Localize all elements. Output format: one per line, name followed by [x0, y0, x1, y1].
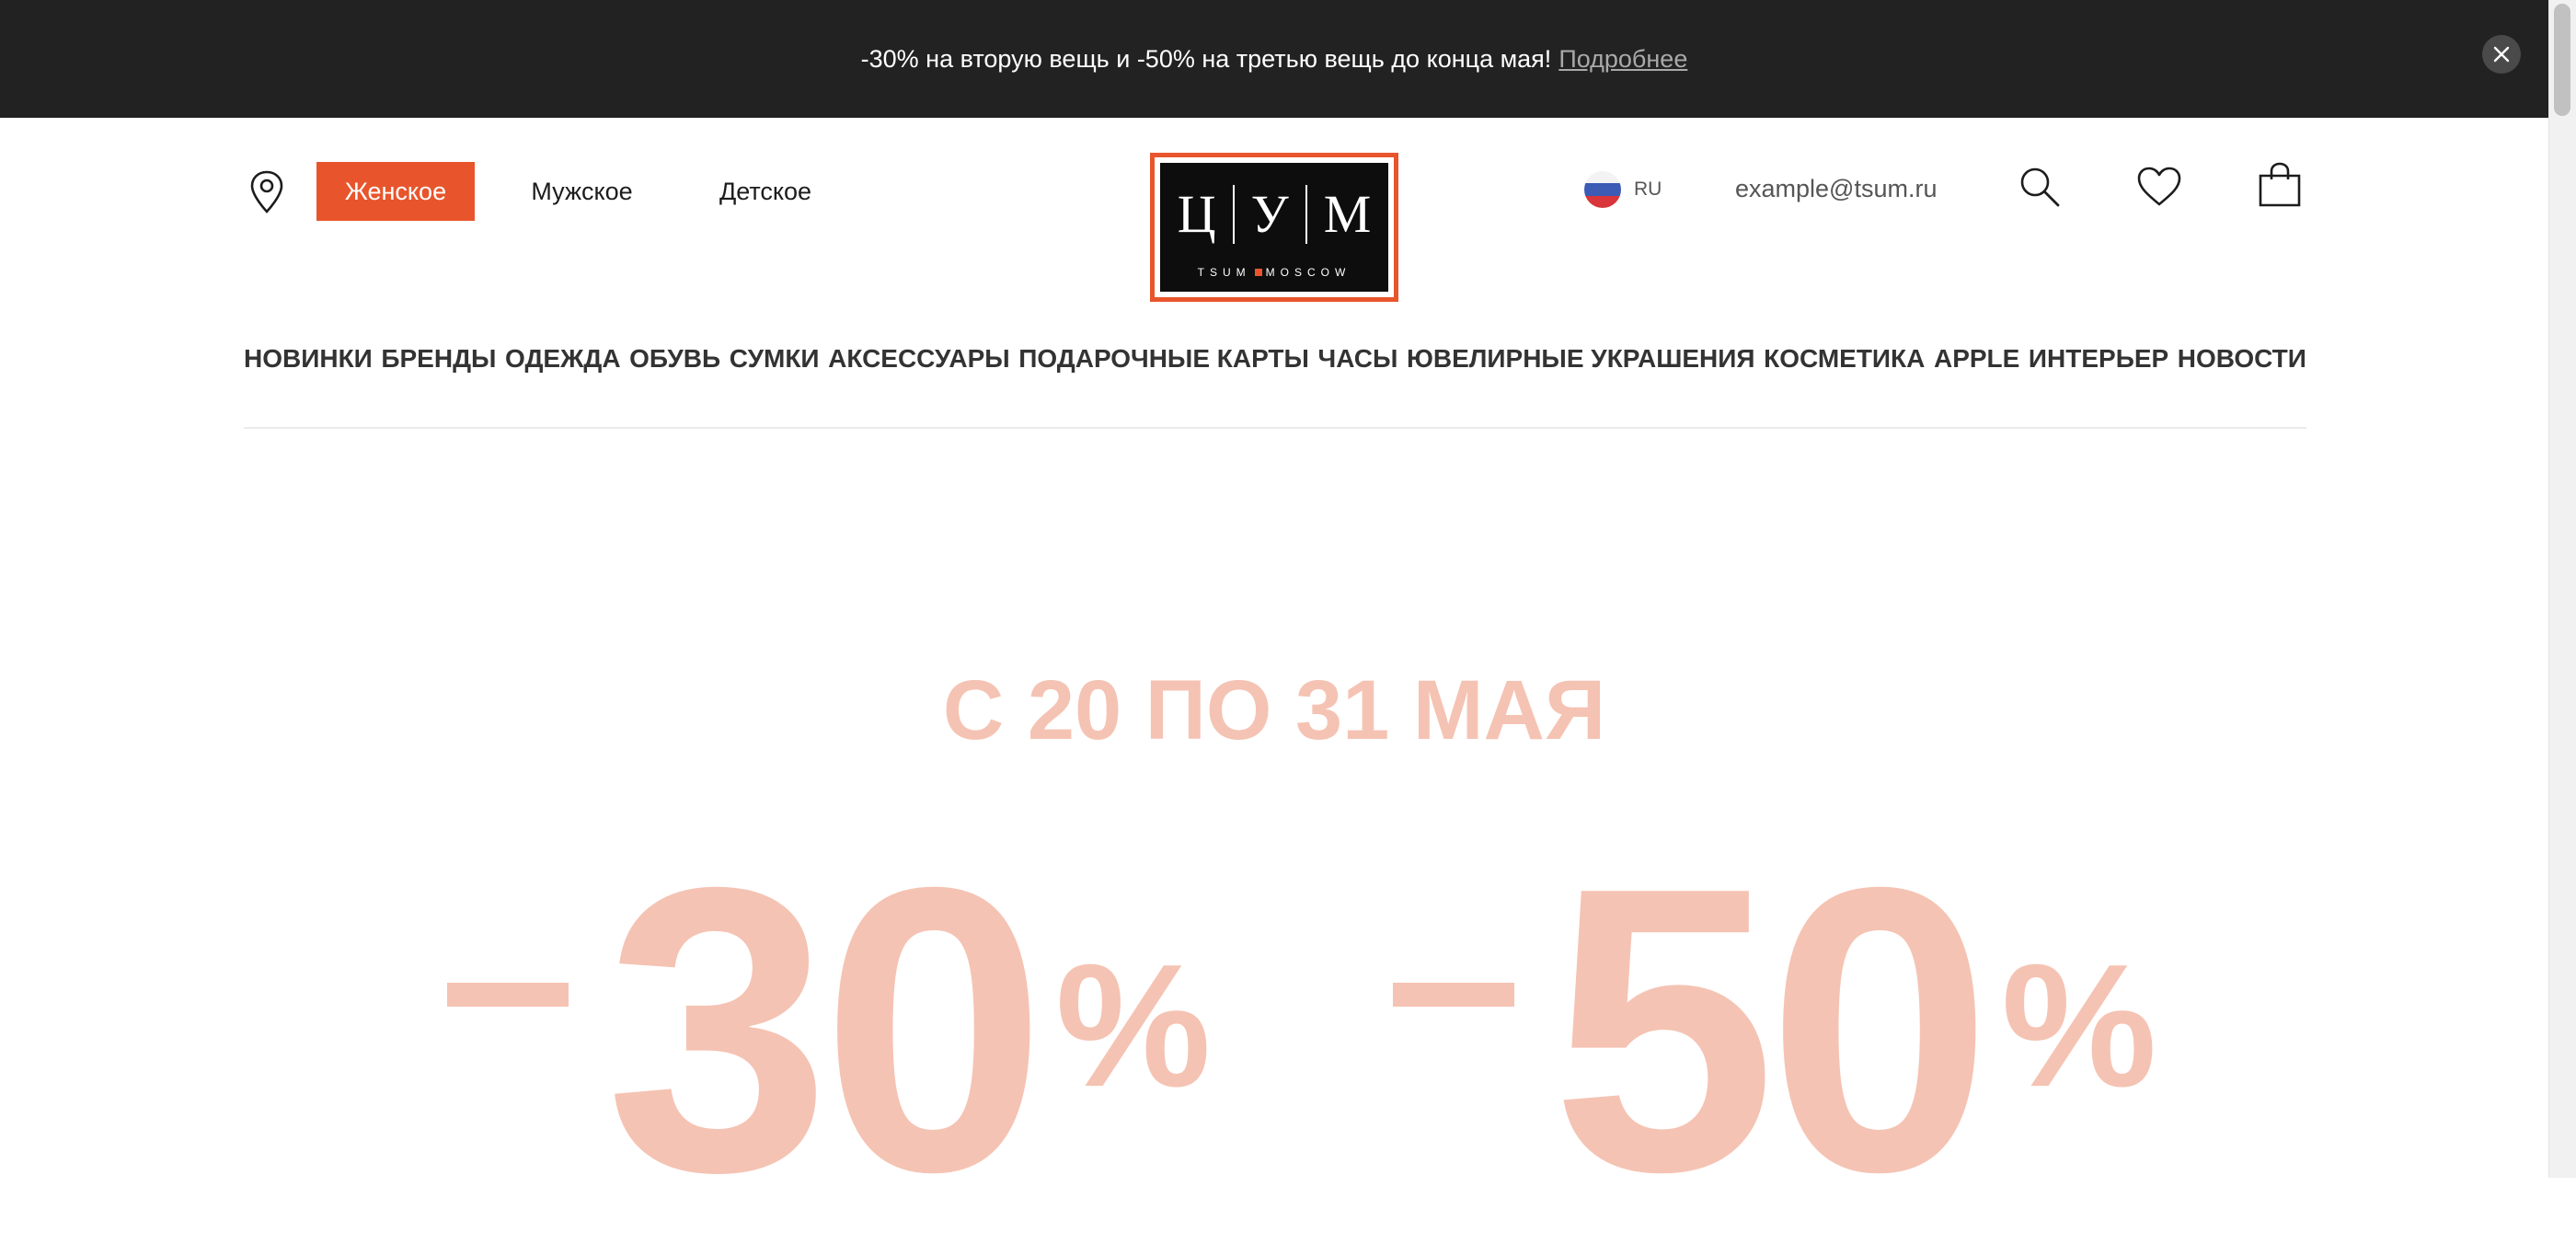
hero-discount-50: 50 %: [1393, 828, 2157, 1233]
nav-item-accessories[interactable]: АКСЕССУАРЫ: [828, 344, 1010, 374]
tab-women[interactable]: Женское: [316, 162, 475, 221]
logo-subtitle: TSUM MOSCOW: [1197, 266, 1351, 279]
nav-item-shoes[interactable]: ОБУВЬ: [629, 344, 720, 374]
promo-banner: -30% на вторую вещь и -50% на третью вещ…: [0, 0, 2548, 118]
account-email[interactable]: example@tsum.ru: [1735, 175, 1937, 203]
shopping-bag-icon[interactable]: [2258, 162, 2302, 208]
hero-discount-30: 30 %: [447, 828, 1212, 1233]
logo-letters: Ц У М: [1177, 184, 1372, 244]
minus-sign: [1393, 983, 1514, 1007]
promo-close-button[interactable]: [2482, 35, 2521, 74]
tsum-logo[interactable]: Ц У М TSUM MOSCOW: [1150, 153, 1398, 302]
language-selector[interactable]: RU: [1584, 171, 1662, 208]
percent-sign: %: [1055, 928, 1212, 1123]
discount-value: 30: [605, 804, 1046, 1256]
promo-more-link[interactable]: Подробнее: [1558, 45, 1687, 74]
tab-kids[interactable]: Детское: [699, 162, 832, 221]
nav-item-apple[interactable]: APPLE: [1934, 344, 2019, 374]
page-scrollbar[interactable]: [2548, 0, 2576, 1178]
nav-item-watches[interactable]: ЧАСЫ: [1318, 344, 1398, 374]
search-icon[interactable]: [2018, 166, 2061, 208]
heart-icon[interactable]: [2136, 166, 2182, 208]
nav-item-gift-cards[interactable]: ПОДАРОЧНЫЕ КАРТЫ: [1018, 344, 1309, 374]
nav-item-bags[interactable]: СУМКИ: [730, 344, 820, 374]
site-header: Женское Мужское Детское Ц У М TSUM MOSCOW…: [0, 118, 2548, 431]
hero-dates-heading: С 20 ПО 31 МАЯ: [942, 663, 1606, 757]
scrollbar-thumb[interactable]: [2554, 4, 2570, 116]
nav-item-brands[interactable]: БРЕНДЫ: [381, 344, 496, 374]
language-label: RU: [1634, 179, 1662, 200]
minus-sign: [447, 983, 569, 1007]
discount-value: 50: [1551, 804, 1992, 1256]
russia-flag-icon: [1584, 171, 1621, 208]
nav-item-interior[interactable]: ИНТЕРЬЕР: [2029, 344, 2168, 374]
main-category-nav: НОВИНКИ БРЕНДЫ ОДЕЖДА ОБУВЬ СУМКИ АКСЕСС…: [244, 344, 2306, 374]
tab-men[interactable]: Мужское: [515, 162, 649, 221]
percent-sign: %: [2001, 928, 2157, 1123]
nav-item-cosmetics[interactable]: КОСМЕТИКА: [1764, 344, 1925, 374]
nav-item-clothing[interactable]: ОДЕЖДА: [505, 344, 621, 374]
promo-text: -30% на вторую вещь и -50% на третью вещ…: [860, 44, 1552, 73]
location-icon[interactable]: [248, 169, 285, 215]
nav-item-news[interactable]: НОВОСТИ: [2178, 344, 2306, 374]
nav-divider: [244, 427, 2306, 429]
nav-item-new[interactable]: НОВИНКИ: [244, 344, 373, 374]
nav-item-jewelry[interactable]: ЮВЕЛИРНЫЕ УКРАШЕНИЯ: [1407, 344, 1755, 374]
close-icon: [2493, 46, 2510, 63]
